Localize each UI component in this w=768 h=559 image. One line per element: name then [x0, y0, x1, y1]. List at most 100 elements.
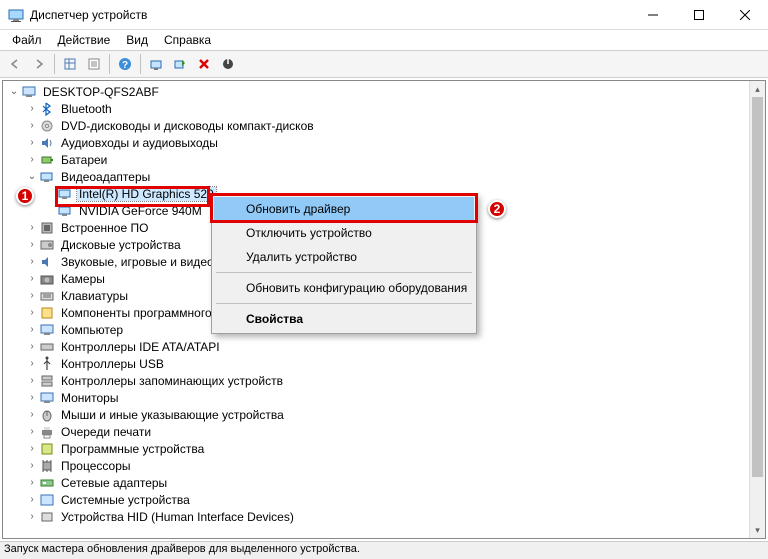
expander-icon[interactable]: ›	[25, 273, 39, 284]
expander-icon[interactable]: ›	[25, 409, 39, 420]
tree-item-ide[interactable]: ›Контроллеры IDE ATA/ATAPI	[3, 338, 749, 355]
close-button[interactable]	[722, 0, 768, 30]
scan-hardware-button[interactable]	[145, 53, 167, 75]
tree-item-mice[interactable]: › Мыши и иные указывающие устройства	[3, 406, 749, 423]
display-adapter-icon	[57, 186, 73, 202]
menu-item-uninstall-device[interactable]: Удалить устройство	[214, 245, 474, 269]
tree-item-label: Батареи	[59, 153, 109, 167]
help-button[interactable]: ?	[114, 53, 136, 75]
scroll-down-button[interactable]: ▾	[750, 522, 765, 538]
tree-item-label: Очереди печати	[59, 425, 153, 439]
menu-action[interactable]: Действие	[50, 31, 119, 49]
expander-icon[interactable]: ›	[25, 426, 39, 437]
tree-item-label: Контроллеры запоминающих устройств	[59, 374, 285, 388]
tree-item-label: Мыши и иные указывающие устройства	[59, 408, 286, 422]
enable-button[interactable]	[217, 53, 239, 75]
tree-item-dvd[interactable]: ›DVD-дисководы и дисководы компакт-диско…	[3, 117, 749, 134]
menu-item-scan-hardware[interactable]: Обновить конфигурацию оборудования	[214, 276, 474, 300]
menubar: Файл Действие Вид Справка	[0, 30, 768, 50]
disc-drive-icon	[39, 118, 55, 134]
status-text: Запуск мастера обновления драйверов для …	[4, 543, 360, 555]
tree-item-processors[interactable]: › Процессоры	[3, 457, 749, 474]
expander-icon[interactable]: ›	[25, 290, 39, 301]
tree-item-label: Клавиатуры	[59, 289, 130, 303]
expander-icon[interactable]: ›	[25, 103, 39, 114]
toolbar-separator	[54, 54, 55, 74]
tree-item-storage-controllers[interactable]: › Контроллеры запоминающих устройств	[3, 372, 749, 389]
scroll-thumb[interactable]	[752, 97, 763, 477]
menu-item-update-driver[interactable]: Обновить драйвер	[214, 197, 474, 221]
computer-icon	[39, 322, 55, 338]
printer-icon	[39, 424, 55, 440]
tree-item-bluetooth[interactable]: › Bluetooth	[3, 100, 749, 117]
expander-icon[interactable]: ›	[25, 443, 39, 454]
context-menu: Обновить драйвер Отключить устройство Уд…	[211, 194, 477, 334]
tree-item-network[interactable]: ›Сетевые адаптеры	[3, 474, 749, 491]
expander-icon[interactable]: ›	[25, 511, 39, 522]
scrollbar-vertical[interactable]: ▴ ▾	[749, 81, 765, 538]
tree-item-batteries[interactable]: › Батареи	[3, 151, 749, 168]
expander-icon[interactable]: ›	[25, 460, 39, 471]
app-icon	[8, 7, 24, 23]
firmware-icon	[39, 220, 55, 236]
expander-icon[interactable]: ›	[25, 358, 39, 369]
tree-item-label: Bluetooth	[59, 102, 114, 116]
expander-icon[interactable]: ›	[25, 375, 39, 386]
tree-item-label: Дисковые устройства	[59, 238, 183, 252]
menu-item-disable-device[interactable]: Отключить устройство	[214, 221, 474, 245]
component-icon	[39, 305, 55, 321]
menu-help[interactable]: Справка	[156, 31, 219, 49]
tree-item-label: Контроллеры USB	[59, 357, 166, 371]
expander-icon[interactable]: ›	[25, 256, 39, 267]
uninstall-button[interactable]	[193, 53, 215, 75]
tree-item-monitors[interactable]: › Мониторы	[3, 389, 749, 406]
forward-button[interactable]	[28, 53, 50, 75]
display-adapter-icon	[57, 203, 73, 219]
tree-item-label: Процессоры	[59, 459, 133, 473]
expander-icon[interactable]: ›	[25, 341, 39, 352]
toolbar: ?	[0, 50, 768, 78]
sound-icon	[39, 254, 55, 270]
tree-item-label: Устройства HID (Human Interface Devices)	[59, 510, 296, 524]
toolbar-separator	[109, 54, 110, 74]
tree-item-system[interactable]: ›Системные устройства	[3, 491, 749, 508]
scroll-up-button[interactable]: ▴	[750, 81, 765, 97]
expander-icon[interactable]: ›	[25, 239, 39, 250]
expander-icon[interactable]: ›	[25, 120, 39, 131]
monitor-icon	[39, 390, 55, 406]
menu-view[interactable]: Вид	[118, 31, 156, 49]
expander-icon[interactable]: ›	[25, 137, 39, 148]
menu-item-properties[interactable]: Свойства	[214, 307, 474, 331]
menu-file[interactable]: Файл	[4, 31, 50, 49]
expander-icon[interactable]: ›	[25, 494, 39, 505]
storage-icon	[39, 373, 55, 389]
maximize-button[interactable]	[676, 0, 722, 30]
tree-item-software-devices[interactable]: ›Программные устройства	[3, 440, 749, 457]
expander-icon[interactable]: ›	[25, 477, 39, 488]
tree-root[interactable]: ⌄ DESKTOP-QFS2ABF	[3, 83, 749, 100]
expander-icon[interactable]: ⌄	[25, 171, 39, 182]
expander-icon[interactable]: ⌄	[7, 86, 21, 97]
tree-item-display-adapters[interactable]: ⌄Видеоадаптеры	[3, 168, 749, 185]
camera-icon	[39, 271, 55, 287]
tree-item-label: NVIDIA GeForce 940M	[77, 204, 204, 218]
tree-item-hid[interactable]: › Устройства HID (Human Interface Devices…	[3, 508, 749, 525]
mouse-icon	[39, 407, 55, 423]
titlebar: Диспетчер устройств	[0, 0, 768, 30]
expander-icon[interactable]: ›	[25, 222, 39, 233]
expander-icon[interactable]: ›	[25, 392, 39, 403]
tree-item-usb[interactable]: › Контроллеры USB	[3, 355, 749, 372]
back-button[interactable]	[4, 53, 26, 75]
expander-icon[interactable]: ›	[25, 154, 39, 165]
update-driver-button[interactable]	[169, 53, 191, 75]
network-icon	[39, 475, 55, 491]
expander-icon[interactable]: ›	[25, 324, 39, 335]
tree-item-print-queues[interactable]: › Очереди печати	[3, 423, 749, 440]
tree-item-label: Мониторы	[59, 391, 120, 405]
tree-item-audio-io[interactable]: ›Аудиовходы и аудиовыходы	[3, 134, 749, 151]
minimize-button[interactable]	[630, 0, 676, 30]
view-button[interactable]	[59, 53, 81, 75]
expander-icon[interactable]: ›	[25, 307, 39, 318]
disk-icon	[39, 237, 55, 253]
properties-button[interactable]	[83, 53, 105, 75]
